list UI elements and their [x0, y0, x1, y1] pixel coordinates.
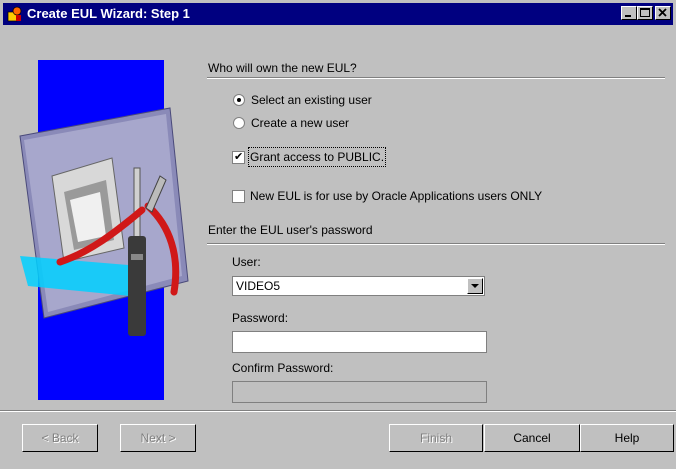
- wizard-illustration: [19, 107, 189, 336]
- wizard-window: Create EUL Wizard: Step 1 Who will own t…: [0, 0, 676, 469]
- discoverer-app-icon: [7, 6, 22, 22]
- owner-heading: Who will own the new EUL?: [208, 61, 357, 75]
- cancel-button[interactable]: Cancel: [484, 424, 580, 452]
- radio-indicator[interactable]: [233, 94, 245, 106]
- oracle-apps-label: New EUL is for use by Oracle Application…: [250, 189, 543, 203]
- user-label: User:: [232, 255, 261, 269]
- button-bar-separator: [0, 410, 676, 412]
- user-value: VIDEO5: [236, 279, 281, 293]
- window-title: Create EUL Wizard: Step 1: [27, 6, 190, 21]
- password-separator: [207, 243, 665, 245]
- select-existing-user-label: Select an existing user: [251, 93, 372, 107]
- checkbox-indicator[interactable]: [232, 190, 245, 203]
- user-combobox[interactable]: VIDEO5: [232, 276, 485, 296]
- confirm-password-label: Confirm Password:: [232, 361, 334, 375]
- close-icon: [658, 8, 667, 17]
- owner-separator: [207, 77, 665, 79]
- password-label: Password:: [232, 311, 289, 325]
- chevron-down-icon: [471, 284, 479, 288]
- password-heading: Enter the EUL user's password: [208, 223, 373, 237]
- maximize-icon: [640, 8, 650, 17]
- grant-public-label: Grant access to PUBLIC.: [247, 147, 387, 167]
- maximize-button[interactable]: [637, 6, 653, 20]
- title-bar[interactable]: Create EUL Wizard: Step 1: [3, 3, 673, 25]
- create-new-user-label: Create a new user: [251, 116, 350, 130]
- checkbox-indicator[interactable]: [232, 149, 245, 165]
- minimize-button[interactable]: [621, 6, 637, 20]
- back-button[interactable]: < Back: [22, 424, 98, 452]
- password-field[interactable]: [232, 331, 487, 353]
- user-dropdown-button[interactable]: [467, 278, 483, 294]
- minimize-icon: [625, 15, 631, 17]
- radio-indicator[interactable]: [233, 117, 245, 129]
- finish-button[interactable]: Finish: [389, 424, 483, 452]
- close-button[interactable]: [655, 6, 671, 20]
- confirm-password-field[interactable]: [232, 381, 487, 403]
- next-button[interactable]: Next >: [120, 424, 196, 452]
- help-button[interactable]: Help: [580, 424, 674, 452]
